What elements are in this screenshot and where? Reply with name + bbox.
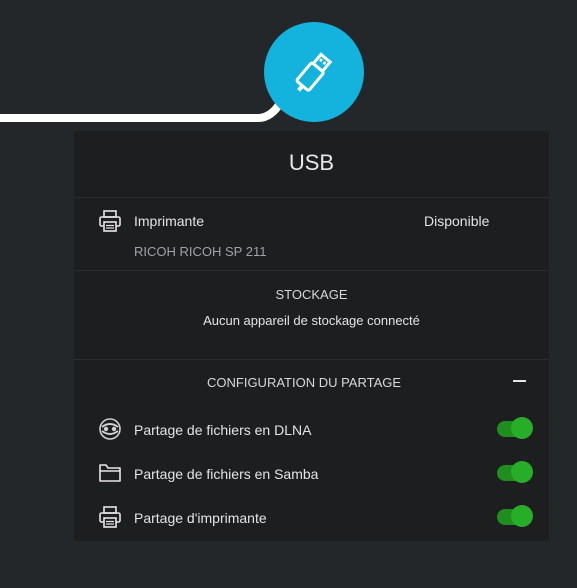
printer-icon: [99, 506, 121, 528]
storage-title: STOCKAGE: [275, 287, 348, 302]
divider: [74, 359, 549, 360]
printer-label: Imprimante: [134, 213, 205, 229]
divider: [74, 197, 549, 198]
collapse-button[interactable]: [510, 371, 530, 391]
divider: [74, 270, 549, 271]
storage-message: Aucun appareil de stockage connecté: [203, 313, 420, 328]
sharing-config-title: CONFIGURATION DU PARTAGE: [207, 375, 402, 390]
sharing-item-label: Partage de fichiers en DLNA: [134, 422, 312, 438]
dlna-icon: [99, 418, 121, 440]
dlna-toggle[interactable]: [497, 417, 533, 439]
panel-title: USB: [288, 150, 335, 175]
sharing-item-label: Partage de fichiers en Samba: [134, 466, 319, 482]
printer-status: Disponible: [424, 213, 490, 229]
minus-icon: [513, 380, 526, 382]
sharing-item-label: Partage d'imprimante: [134, 510, 267, 526]
samba-toggle[interactable]: [497, 461, 533, 483]
usb-plug-icon: [295, 52, 333, 92]
printer-icon: [99, 210, 121, 232]
printer-model: RICOH RICOH SP 211: [134, 244, 267, 259]
usb-badge: [264, 22, 364, 122]
folder-icon: [99, 464, 121, 482]
printer-sharing-toggle[interactable]: [497, 505, 533, 527]
usb-panel: USB Imprimante Disponible RICOH RICOH SP…: [74, 131, 549, 541]
